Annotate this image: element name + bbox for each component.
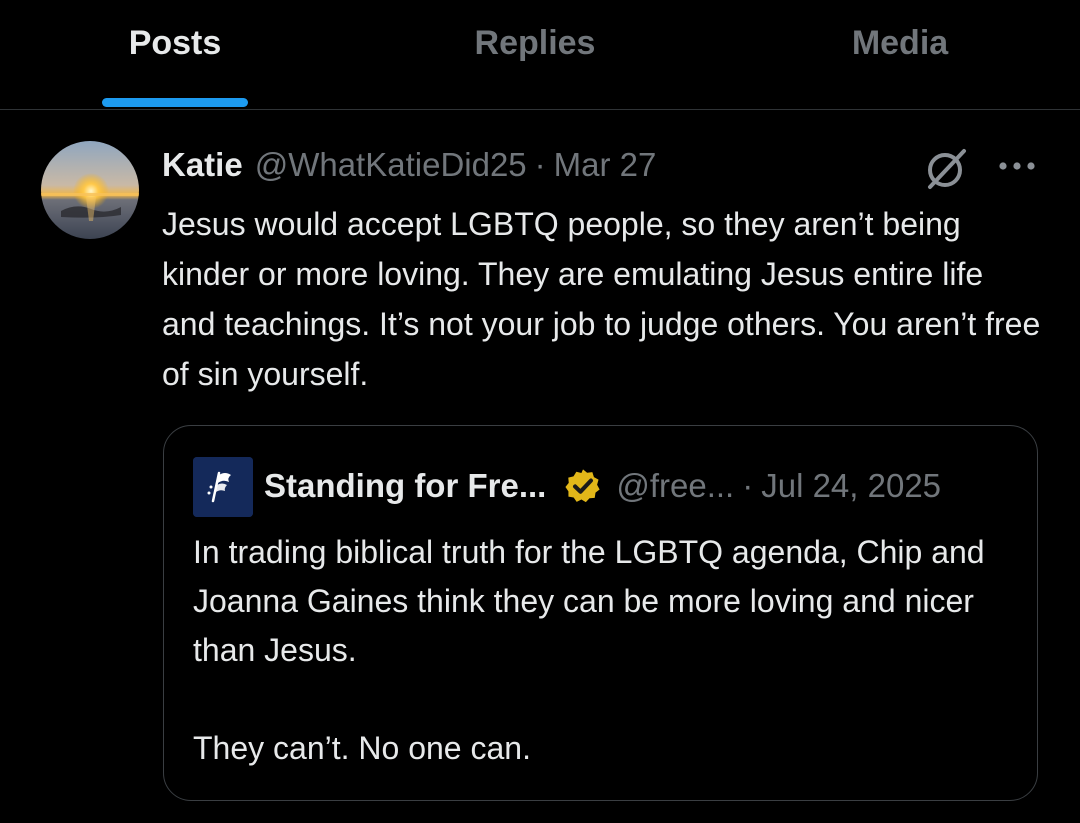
author-name[interactable]: Katie — [162, 146, 243, 184]
quoted-post-date[interactable]: Jul 24, 2025 — [761, 467, 941, 505]
post[interactable]: Katie @WhatKatieDid25 · Mar 27 Jesus wou… — [0, 111, 1080, 823]
post-date[interactable]: Mar 27 — [554, 146, 657, 184]
header-separator: · — [534, 146, 546, 183]
post-text: Jesus would accept LGBTQ people, so they… — [162, 206, 1041, 392]
tab-media-label: Media — [851, 24, 949, 62]
grok-icon[interactable] — [922, 145, 970, 193]
quoted-post[interactable]: Standing for Fre... @free... · Jul 24, 2… — [163, 425, 1038, 801]
post-header: Katie @WhatKatieDid25 · Mar 27 — [162, 145, 656, 185]
flag-logo-icon — [193, 457, 253, 517]
more-options-icon[interactable] — [994, 151, 1040, 181]
quoted-author-handle[interactable]: @free... — [616, 467, 734, 505]
quoted-post-header: Standing for Fre... @free... · Jul 24, 2… — [264, 462, 941, 510]
quoted-paragraph: They can’t. No one can. — [193, 730, 531, 766]
quoted-paragraph: In trading biblical truth for the LGBTQ … — [193, 534, 985, 668]
author-handle[interactable]: @WhatKatieDid25 — [255, 146, 527, 184]
verified-badge-icon — [565, 469, 600, 503]
quoted-header-separator: · — [742, 467, 754, 504]
tab-posts-label: Posts — [128, 24, 222, 62]
quoted-post-text: In trading biblical truth for the LGBTQ … — [193, 528, 1023, 773]
quoted-author-name[interactable]: Standing for Fre... — [264, 467, 546, 505]
avatar[interactable] — [41, 141, 139, 239]
tab-posts[interactable]: Posts — [0, 0, 350, 110]
tab-replies[interactable]: Replies — [360, 0, 710, 110]
quoted-avatar[interactable] — [193, 457, 253, 517]
tab-replies-label: Replies — [474, 24, 596, 62]
profile-tabs: Posts Replies Media — [0, 0, 1080, 110]
sunset-avatar-image — [41, 141, 139, 239]
tab-media[interactable]: Media — [720, 0, 1080, 110]
active-tab-indicator — [102, 98, 248, 107]
